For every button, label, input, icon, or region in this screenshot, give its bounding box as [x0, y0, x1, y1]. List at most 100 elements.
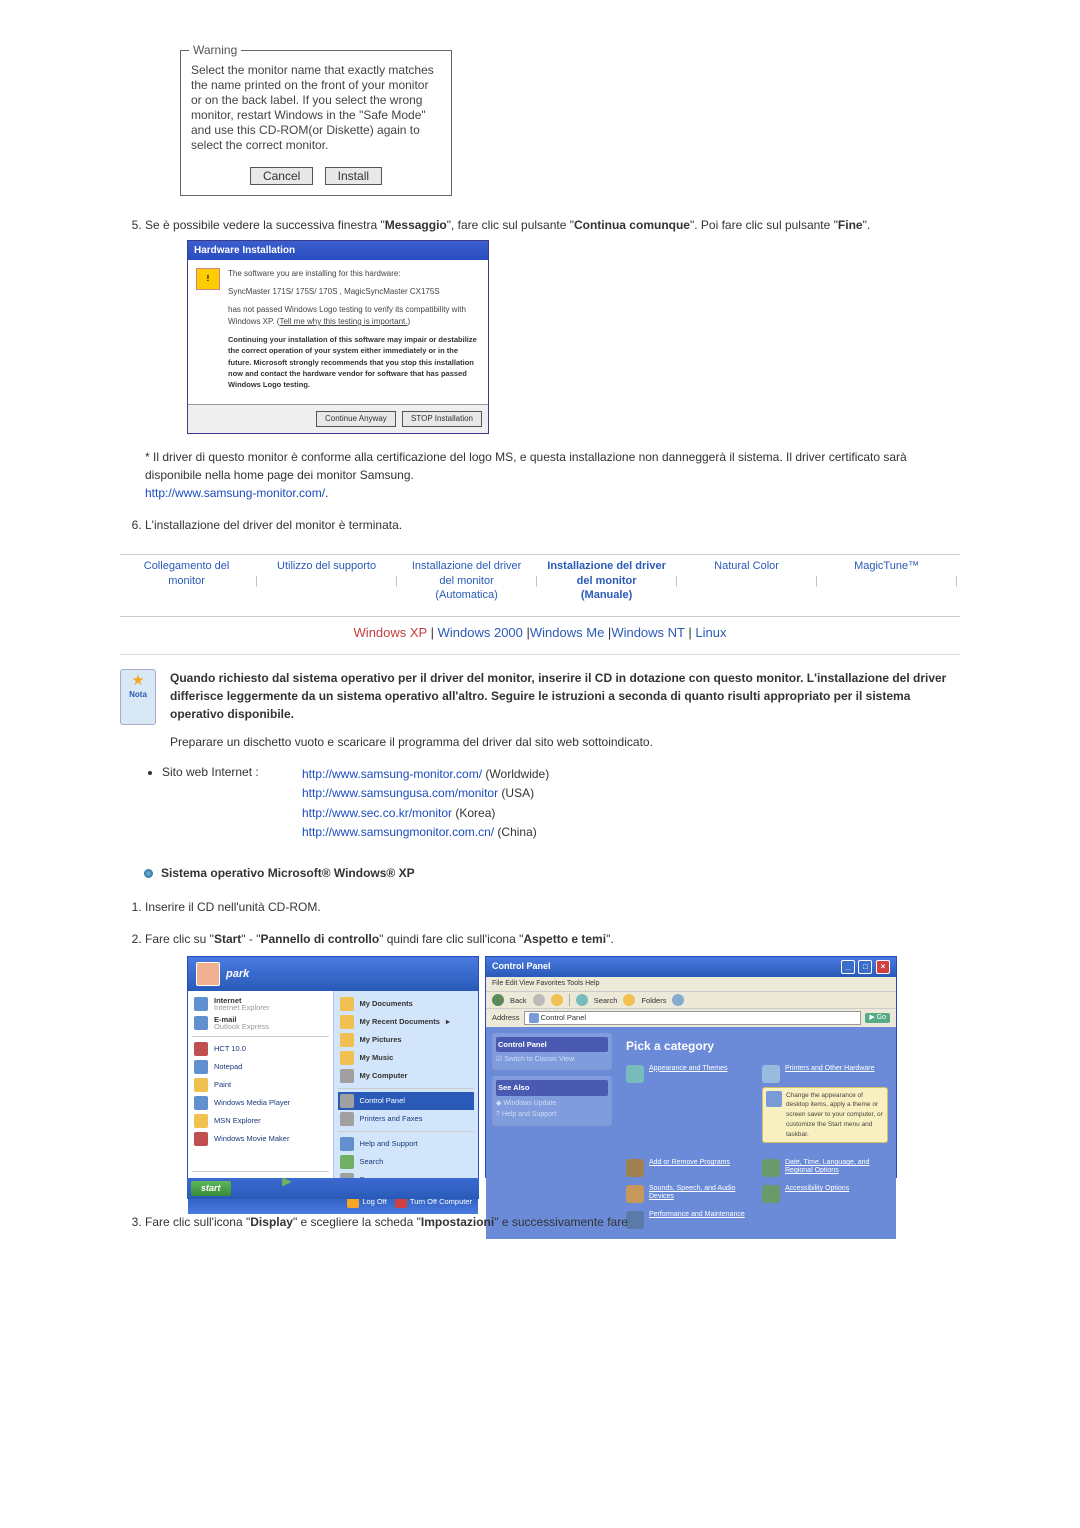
- link-korea[interactable]: http://www.sec.co.kr/monitor: [302, 806, 452, 820]
- start-menu-screenshot: park InternetInternet Explorer E-mailOut…: [187, 956, 479, 1200]
- tab-natural-color[interactable]: Natural Color: [680, 559, 813, 573]
- control-panel-screenshot: Control Panel _ □ × File Edit View Favor…: [485, 956, 897, 1178]
- cp-menubar[interactable]: File Edit View Favorites Tools Help: [486, 977, 896, 992]
- cp-tooltip: Change the appearance of desktop items, …: [762, 1087, 888, 1144]
- app-icon: [194, 1042, 208, 1056]
- sm-paint[interactable]: Paint: [192, 1076, 329, 1094]
- address-field[interactable]: Control Panel: [524, 1011, 862, 1024]
- sm-mypics[interactable]: My Pictures: [338, 1031, 475, 1049]
- step-5: Se è possibile vedere la successiva fine…: [145, 216, 960, 502]
- msn-icon: [194, 1114, 208, 1128]
- avatar: [196, 962, 220, 986]
- start-button[interactable]: start: [191, 1181, 231, 1197]
- wmm-icon: [194, 1132, 208, 1146]
- link-worldwide[interactable]: http://www.samsung-monitor.com/: [302, 767, 482, 781]
- views-icon[interactable]: [672, 994, 684, 1006]
- cat-sounds[interactable]: Sounds, Speech, and Audio Devices: [626, 1185, 752, 1203]
- appearance-icon: [626, 1065, 644, 1083]
- cancel-button[interactable]: Cancel: [250, 167, 313, 185]
- tab-utilizzo[interactable]: Utilizzo del supporto: [260, 559, 393, 573]
- minimize-icon[interactable]: _: [841, 960, 855, 974]
- tab-magictune[interactable]: MagicTune™: [820, 559, 953, 573]
- sm-wmp[interactable]: Windows Media Player: [192, 1094, 329, 1112]
- sm-email[interactable]: E-mailOutlook Express: [192, 1014, 329, 1033]
- cp-switch-classic[interactable]: ☑ Switch to Classic View: [496, 1055, 608, 1066]
- mail-icon: [194, 1016, 208, 1030]
- os-links: Windows XP | Windows 2000 |Windows Me |W…: [120, 623, 960, 655]
- link-windows-me[interactable]: Windows Me: [530, 625, 604, 640]
- cat-addremove[interactable]: Add or Remove Programs: [626, 1159, 752, 1177]
- continue-anyway-button[interactable]: Continue Anyway: [316, 411, 396, 427]
- folders-icon[interactable]: [623, 994, 635, 1006]
- up-icon[interactable]: [551, 994, 563, 1006]
- cp-windows-update[interactable]: ◆ Windows Update: [496, 1099, 608, 1110]
- folder-icon: [340, 1051, 354, 1065]
- link-windows-xp[interactable]: Windows XP: [354, 625, 427, 640]
- sm-cpanel[interactable]: Control Panel: [338, 1092, 475, 1110]
- tab-driver-manual[interactable]: Installazione del driver del monitor(Man…: [540, 559, 673, 602]
- sm-mydocs[interactable]: My Documents: [338, 995, 475, 1013]
- cat-printers[interactable]: Printers and Other Hardware: [762, 1065, 888, 1083]
- sm-mycomp[interactable]: My Computer: [338, 1067, 475, 1085]
- maximize-icon[interactable]: □: [858, 960, 872, 974]
- back-icon[interactable]: [492, 994, 504, 1006]
- sm-internet[interactable]: InternetInternet Explorer: [192, 995, 329, 1014]
- accessibility-icon: [762, 1185, 780, 1203]
- stop-installation-button[interactable]: STOP Installation: [402, 411, 482, 427]
- link-china[interactable]: http://www.samsungmonitor.com.cn/: [302, 825, 494, 839]
- folder-icon: [340, 1015, 354, 1029]
- performance-icon: [626, 1211, 644, 1229]
- cpanel-icon: [340, 1094, 354, 1108]
- addremove-icon: [626, 1159, 644, 1177]
- cp-side-panel-2: See Also ◆ Windows Update ? Help and Sup…: [492, 1076, 612, 1125]
- cat-performance[interactable]: Performance and Maintenance: [626, 1211, 752, 1229]
- section-tabs: Collegamento del monitor | Utilizzo del …: [120, 555, 960, 610]
- theme-icon: [766, 1091, 782, 1107]
- xp-step-1: Inserire il CD nell'unità CD-ROM.: [145, 898, 960, 916]
- cat-datetime[interactable]: Date, Time, Language, and Regional Optio…: [762, 1159, 888, 1177]
- link-linux[interactable]: Linux: [695, 625, 726, 640]
- close-icon[interactable]: ×: [876, 960, 890, 974]
- folder-icon: [340, 997, 354, 1011]
- cp-heading: Pick a category: [626, 1037, 888, 1055]
- nota-block: Nota Quando richiesto dal sistema operat…: [120, 669, 960, 751]
- xp-step-2: Fare clic su "Start" - "Pannello di cont…: [145, 930, 960, 1200]
- link-windows-2000[interactable]: Windows 2000: [438, 625, 523, 640]
- sm-search[interactable]: Search: [338, 1153, 475, 1171]
- driver-note: * Il driver di questo monitor è conforme…: [145, 448, 960, 502]
- dialog-title: Hardware Installation: [188, 241, 488, 260]
- sm-hct[interactable]: HCT 10.0: [192, 1040, 329, 1058]
- cat-accessibility[interactable]: Accessibility Options: [762, 1185, 888, 1203]
- folder-icon: [340, 1033, 354, 1047]
- sm-help[interactable]: Help and Support: [338, 1135, 475, 1153]
- link-windows-nt[interactable]: Windows NT: [611, 625, 684, 640]
- sm-msn[interactable]: MSN Explorer: [192, 1112, 329, 1130]
- wmp-icon: [194, 1096, 208, 1110]
- tab-collegamento[interactable]: Collegamento del monitor: [120, 559, 253, 588]
- forward-icon[interactable]: [533, 994, 545, 1006]
- cat-appearance[interactable]: Appearance and Themes: [626, 1065, 752, 1152]
- warning-text: Select the monitor name that exactly mat…: [191, 63, 441, 153]
- sito-label: Sito web Internet :: [162, 765, 302, 842]
- search-icon[interactable]: [576, 994, 588, 1006]
- warning-icon: !: [196, 268, 220, 290]
- hardware-installation-dialog: Hardware Installation ! The software you…: [187, 240, 489, 434]
- link-usa[interactable]: http://www.samsungusa.com/monitor: [302, 786, 498, 800]
- xp-heading: Sistema operativo Microsoft® Windows® XP: [144, 866, 960, 880]
- install-button[interactable]: Install: [325, 167, 382, 185]
- globe-icon: [762, 1159, 780, 1177]
- sm-mymusic[interactable]: My Music: [338, 1049, 475, 1067]
- sm-printers[interactable]: Printers and Faxes: [338, 1110, 475, 1128]
- sm-myrecent[interactable]: My Recent Documents ▸: [338, 1013, 475, 1031]
- sm-wmm[interactable]: Windows Movie Maker: [192, 1130, 329, 1148]
- notepad-icon: [194, 1060, 208, 1074]
- samsung-monitor-link[interactable]: http://www.samsung-monitor.com/: [145, 486, 325, 500]
- tab-driver-auto[interactable]: Installazione del driver del monitor(Aut…: [400, 559, 533, 602]
- help-icon: [340, 1137, 354, 1151]
- nota-desc: Preparare un dischetto vuoto e scaricare…: [170, 733, 960, 751]
- go-button[interactable]: ▶ Go: [865, 1013, 890, 1024]
- sm-notepad[interactable]: Notepad: [192, 1058, 329, 1076]
- cp-help-support[interactable]: ? Help and Support: [496, 1110, 608, 1121]
- step-6: L'installazione del driver del monitor è…: [145, 516, 960, 534]
- sito-web-row: Sito web Internet : http://www.samsung-m…: [162, 765, 960, 842]
